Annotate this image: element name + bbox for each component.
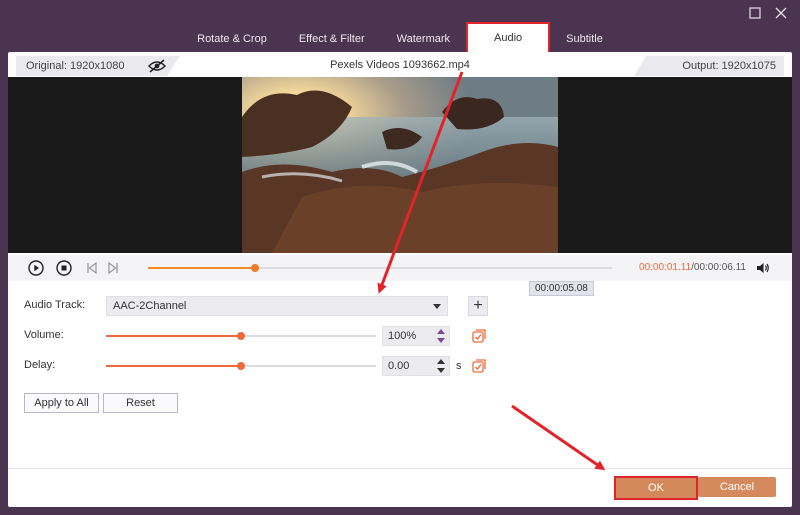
total-time: /00:00:06.11 bbox=[691, 262, 746, 273]
delay-unit: s bbox=[456, 360, 462, 372]
progress-handle[interactable] bbox=[251, 264, 259, 272]
delay-row: Delay: 0.00 s bbox=[24, 356, 784, 376]
tab-effect-filter[interactable]: Effect & Filter bbox=[283, 26, 381, 52]
chevron-down-icon bbox=[433, 304, 441, 309]
video-frame bbox=[242, 77, 558, 253]
cancel-button[interactable]: Cancel bbox=[698, 477, 776, 497]
ok-button-label: OK bbox=[617, 479, 695, 497]
editor-tabs: Rotate & Crop Effect & Filter Watermark … bbox=[0, 22, 800, 52]
footer-divider bbox=[8, 468, 792, 469]
add-audio-track-button[interactable]: + bbox=[468, 296, 488, 316]
delay-label: Delay: bbox=[24, 359, 56, 371]
player-controls: 00:00:01.11/00:00:06.11 bbox=[8, 255, 792, 281]
volume-icon[interactable] bbox=[756, 261, 770, 275]
volume-slider-handle[interactable] bbox=[237, 332, 245, 340]
next-frame-icon[interactable] bbox=[105, 260, 121, 276]
tab-audio[interactable]: Audio bbox=[466, 22, 551, 52]
delay-stepper-icon[interactable] bbox=[435, 357, 447, 375]
tab-rotate-crop[interactable]: Rotate & Crop bbox=[181, 26, 283, 52]
audio-track-value: AAC-2Channel bbox=[113, 300, 187, 312]
video-preview bbox=[8, 77, 792, 253]
editor-panel: Original: 1920x1080 Pexels Videos 109366… bbox=[8, 52, 792, 507]
progress-fill bbox=[148, 267, 255, 269]
volume-label: Volume: bbox=[24, 329, 64, 341]
time-display: 00:00:01.11/00:00:06.11 bbox=[639, 262, 746, 273]
delay-slider-handle[interactable] bbox=[237, 362, 245, 370]
volume-stepper-icon[interactable] bbox=[435, 327, 447, 345]
tab-watermark[interactable]: Watermark bbox=[381, 26, 466, 52]
previous-frame-icon[interactable] bbox=[84, 260, 100, 276]
play-icon[interactable] bbox=[28, 260, 44, 276]
maximize-icon[interactable] bbox=[748, 6, 762, 20]
apply-delay-icon[interactable] bbox=[472, 359, 486, 373]
progress-bar[interactable] bbox=[148, 264, 612, 272]
apply-to-all-button[interactable]: Apply to All bbox=[24, 393, 99, 413]
tab-subtitle[interactable]: Subtitle bbox=[550, 26, 619, 52]
apply-volume-icon[interactable] bbox=[472, 329, 486, 343]
current-time: 00:00:01.11 bbox=[639, 262, 692, 273]
volume-slider-fill bbox=[106, 335, 241, 337]
volume-slider[interactable] bbox=[106, 332, 376, 340]
info-bar: Original: 1920x1080 Pexels Videos 109366… bbox=[8, 56, 792, 76]
ok-button[interactable]: OK bbox=[614, 476, 698, 500]
output-resolution: Output: 1920x1075 bbox=[634, 56, 784, 76]
stop-icon[interactable] bbox=[56, 260, 72, 276]
time-tooltip: 00:00:05.08 bbox=[529, 281, 594, 296]
audio-track-label: Audio Track: bbox=[24, 299, 86, 311]
delay-slider-fill bbox=[106, 365, 241, 367]
close-icon[interactable] bbox=[774, 6, 788, 20]
delay-slider[interactable] bbox=[106, 362, 376, 370]
volume-row: Volume: 100% bbox=[24, 326, 784, 346]
audio-track-select[interactable]: AAC-2Channel bbox=[106, 296, 448, 316]
audio-track-row: Audio Track: AAC-2Channel + bbox=[24, 296, 784, 316]
reset-button[interactable]: Reset bbox=[103, 393, 178, 413]
window-controls bbox=[748, 6, 788, 20]
